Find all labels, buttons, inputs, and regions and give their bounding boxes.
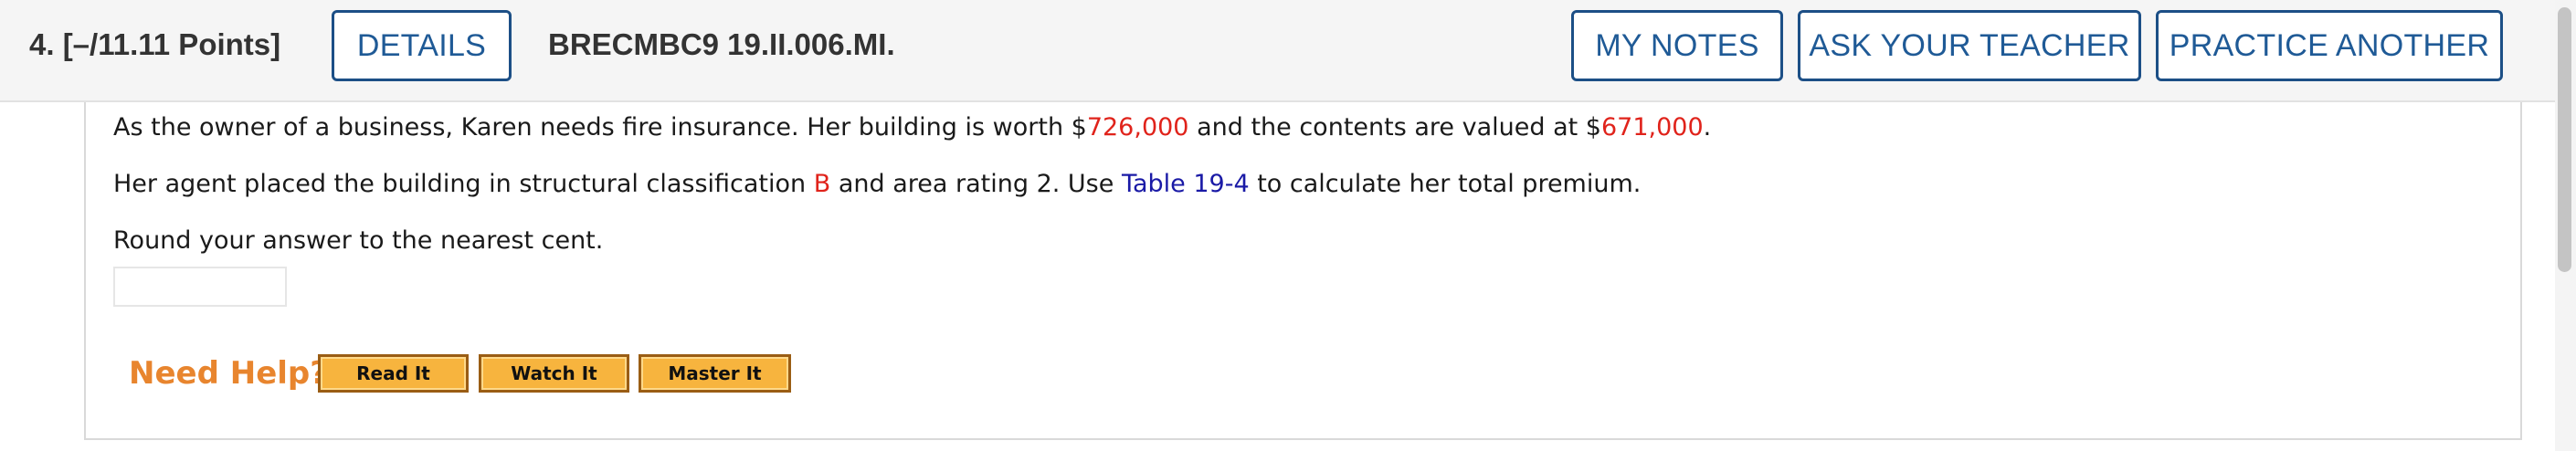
ask-your-teacher-button[interactable]: ASK YOUR TEACHER [1798, 10, 2141, 81]
read-it-button[interactable]: Read It [318, 354, 469, 393]
question-body: As the owner of a business, Karen needs … [84, 102, 2522, 440]
vertical-scrollbar[interactable] [2555, 0, 2576, 451]
master-it-button[interactable]: Master It [639, 354, 791, 393]
contents-value: 671,000 [1600, 113, 1704, 142]
answer-input[interactable] [113, 267, 287, 307]
problem-text: and area rating 2. Use [830, 170, 1122, 198]
rounding-instruction: Round your answer to the nearest cent. [113, 226, 604, 255]
practice-another-button[interactable]: PRACTICE ANOTHER [2156, 10, 2503, 81]
details-button[interactable]: DETAILS [332, 10, 512, 81]
need-help-label: Need Help? [129, 355, 328, 392]
problem-text: Her agent placed the building in structu… [113, 170, 814, 198]
problem-text: to calculate her total premium. [1249, 170, 1642, 198]
problem-text: . [1703, 113, 1712, 142]
building-value: 726,000 [1086, 113, 1189, 142]
watch-it-button[interactable]: Watch It [479, 354, 629, 393]
scrollbar-thumb[interactable] [2558, 7, 2571, 272]
question-number-points: 4. [–/11.11 Points] [29, 27, 281, 61]
problem-statement-line-2: Her agent placed the building in structu… [113, 170, 1641, 198]
problem-text: As the owner of a business, Karen needs … [113, 113, 1087, 142]
question-code: BRECMBC9 19.II.006.MI. [548, 27, 895, 61]
structural-classification: B [813, 170, 831, 198]
my-notes-button[interactable]: MY NOTES [1571, 10, 1783, 81]
problem-statement-line-1: As the owner of a business, Karen needs … [113, 113, 1711, 142]
table-19-4-link[interactable]: Table 19-4 [1122, 170, 1250, 198]
question-header: 4. [–/11.11 Points] DETAILS BRECMBC9 19.… [0, 0, 2557, 102]
problem-text: and the contents are valued at $ [1188, 113, 1601, 142]
